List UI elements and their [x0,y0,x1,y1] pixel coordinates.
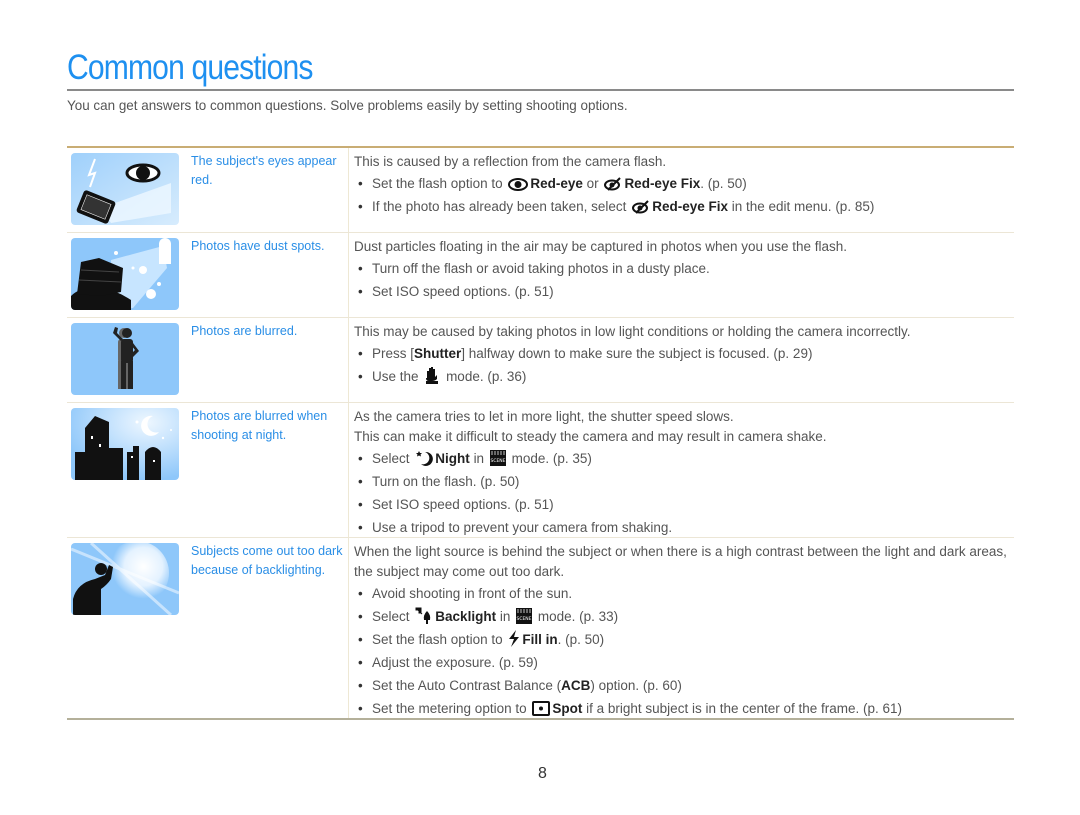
answer-bullet: Set ISO speed options. (p. 51) [354,280,1014,303]
night-city-illustration [71,408,179,480]
red-eye-fix-icon [604,177,622,191]
title-divider [67,89,1014,91]
fill-in-option: Fill in [522,632,558,647]
intro-text: You can get answers to common questions.… [67,97,628,113]
answer-bullet: Press [Shutter] halfway down to make sur… [354,342,1014,365]
backlight-option: Backlight [435,609,497,624]
faq-row-night: Photos are blurred when shooting at nigh… [67,403,1014,539]
answer-lead: This is caused by a reflection from the … [354,154,667,169]
question-text: Photos are blurred. [191,324,298,338]
night-icon [416,451,434,466]
red-eye-camera-illustration [71,153,179,225]
answer-bullet: Set the Auto Contrast Balance (ACB) opti… [354,674,1014,697]
answer-bullet: Set ISO speed options. (p. 51) [354,493,1014,516]
faq-row-backlighting: Subjects come out too dark because of ba… [67,538,1014,720]
page-number: 8 [538,765,547,782]
answer-bullet: Adjust the exposure. (p. 59) [354,651,1014,674]
faq-row-blurred: Photos are blurred. This may be caused b… [67,318,1014,403]
question-text: Photos have dust spots. [191,239,325,253]
blurred-person-illustration [71,323,179,395]
answer-lead: Dust particles floating in the air may b… [354,239,848,254]
spot-metering-icon [532,701,551,716]
faq-table: The subject's eyes appear red. This is c… [67,146,1014,720]
acb-option: ACB [561,678,591,693]
red-eye-icon [508,178,529,191]
night-option: Night [435,451,470,466]
faq-row-dust: Photos have dust spots. Dust particles f… [67,233,1014,318]
answer-bullet: Turn on the flash. (p. 50) [354,470,1014,493]
question-text: Photos are blurred when shooting at nigh… [191,409,328,442]
answer-bullet: Avoid shooting in front of the sun. [354,582,1014,605]
faq-row-red-eye: The subject's eyes appear red. This is c… [67,148,1014,233]
answer-bullet: Set the metering option to Spot if a bri… [354,697,1014,720]
answer-bullet: Set the flash option to Fill in. (p. 50) [354,628,1014,651]
scene-icon: SCENE [489,450,506,466]
question-text: Subjects come out too dark because of ba… [191,544,343,577]
answer-lead: When the light source is behind the subj… [354,544,1007,579]
scene-icon: SCENE [516,608,533,624]
answer-lead-2: This can make it difficult to steady the… [354,429,827,444]
answer-lead: As the camera tries to let in more light… [354,409,734,424]
question-text: The subject's eyes appear red. [191,154,337,187]
answer-bullet: Select Backlight in SCENE mode. (p. 33) [354,605,1014,628]
backlit-person-illustration [71,543,179,615]
red-eye-fix-icon [632,200,649,214]
answer-bullet: Use a tripod to prevent your camera from… [354,516,1014,539]
svg-text:SCENE: SCENE [517,616,532,622]
answer-bullet: Turn off the flash or avoid taking photo… [354,257,1014,280]
red-eye-fix-option: Red-eye Fix [652,199,728,214]
answer-bullet: Set the flash option to Red-eye or Red-e… [354,172,1014,195]
spot-option: Spot [552,701,583,716]
dual-is-hand-icon [426,367,439,384]
answer-bullet: If the photo has already been taken, sel… [354,195,1014,218]
answer-lead: This may be caused by taking photos in l… [354,324,911,339]
svg-text:SCENE: SCENE [490,458,505,464]
red-eye-fix-option: Red-eye Fix [624,176,701,191]
answer-bullet: Select Night in SCENE mode. (p. 35) [354,447,1014,470]
answer-bullet: Use the mode. (p. 36) [354,365,1014,388]
dust-spots-illustration [71,238,179,310]
shutter-button-label: Shutter [414,346,462,361]
red-eye-option: Red-eye [530,176,583,191]
page-title: Common questions [67,48,313,87]
fill-in-flash-icon [509,630,520,647]
backlight-icon [415,607,431,624]
